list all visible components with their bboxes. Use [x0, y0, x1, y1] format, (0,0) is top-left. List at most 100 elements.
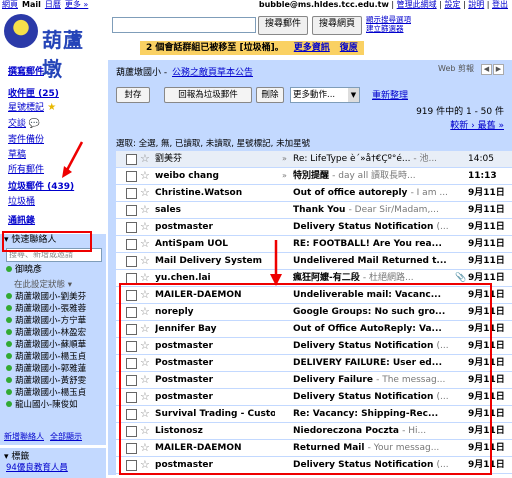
table-row[interactable]: ☆ weibo chang » 特別提醒 - day all 讀取長時... 11:13: [116, 168, 512, 185]
online-status-icon: [6, 365, 12, 371]
refresh-link[interactable]: 重新整理: [372, 88, 408, 101]
table-row[interactable]: ☆ 劉美芬 » Re: LifeType è´»å†€Çº°é... - 池... 14…: [116, 151, 512, 168]
contact-name: 葫蘆墩國小-蘇順華: [15, 340, 87, 350]
help-link[interactable]: 說明: [468, 0, 484, 9]
sidebar-item-inbox[interactable]: 收件匣 (25): [8, 86, 59, 99]
table-row[interactable]: ☆ Mail Delivery System Undelivered Mail Re…: [116, 253, 512, 270]
sidebar-item-all-mail[interactable]: 所有郵件: [8, 162, 44, 175]
signout-link[interactable]: 登出: [492, 0, 508, 9]
row-checkbox[interactable]: [126, 205, 137, 216]
contact-item[interactable]: 葫蘆墩國小-林盈宏: [6, 327, 86, 339]
email-snippet: (...: [436, 222, 449, 232]
contact-item[interactable]: 葫蘆墩國小-郭雅蓮: [6, 363, 86, 375]
report-spam-button[interactable]: 回報為垃圾郵件: [164, 87, 252, 103]
status-select-label: 在此設定狀態: [14, 280, 66, 290]
red-arrow-icon: [62, 141, 84, 178]
star-icon[interactable]: ☆: [140, 169, 150, 183]
row-checkbox[interactable]: [126, 171, 137, 182]
contacts-link[interactable]: 通訊錄: [8, 213, 35, 226]
nav-link-more[interactable]: 更多 »: [65, 0, 88, 9]
top-nav: 網頁 Mail 日曆 更多 » bubble@ms.hldes.tcc.edu.tw …: [0, 0, 512, 10]
important-arrow-icon: »: [282, 171, 287, 180]
online-status-icon: [6, 305, 12, 311]
star-icon[interactable]: ☆: [140, 220, 150, 234]
online-status-icon: [6, 377, 12, 383]
contact-item[interactable]: 葫蘆墩國小-劉美芬: [6, 291, 86, 303]
show-search-options-link[interactable]: 顯示搜尋選項: [366, 15, 411, 24]
star-icon[interactable]: ☆: [140, 186, 150, 200]
search-web-button[interactable]: 搜尋網頁: [312, 16, 362, 35]
sender-name: postmaster: [155, 222, 213, 232]
row-checkbox[interactable]: [126, 239, 137, 250]
status-select[interactable]: 在此設定狀態 ▾: [14, 278, 100, 290]
header-prefix: 葫蘆墩國小: [116, 68, 162, 78]
star-icon[interactable]: ☆: [140, 237, 150, 251]
contact-name: 葫蘆墩國小-黃舒雯: [15, 376, 87, 386]
contact-item[interactable]: 葫蘆墩國小-蘇順華: [6, 339, 86, 351]
sidebar-item-spam[interactable]: 垃圾郵件 (439): [8, 179, 74, 192]
contact-item[interactable]: 葫蘆墩國小-張雅蓉: [6, 303, 86, 315]
search-input[interactable]: [112, 17, 256, 33]
next-clip-icon[interactable]: ▶: [493, 64, 504, 75]
row-checkbox[interactable]: [126, 222, 137, 233]
nav-link-calendar[interactable]: 日曆: [45, 0, 61, 9]
settings-link[interactable]: 設定: [444, 0, 460, 9]
sidebar-item-sent[interactable]: 寄件備份: [8, 132, 44, 145]
notice-more-link[interactable]: 更多資訊: [294, 43, 330, 53]
table-row[interactable]: ☆ Christine.Watson Out of office autoreply…: [116, 185, 512, 202]
archive-button[interactable]: 封存: [116, 87, 150, 103]
notice-text: 2 個會話群組已被移至 [垃圾桶]。: [146, 43, 284, 53]
manage-domain-link[interactable]: 管理此網域: [397, 0, 437, 9]
star-icon[interactable]: ☆: [140, 254, 150, 268]
contact-item[interactable]: 葫蘆墩國小-楊玉貞: [6, 387, 86, 399]
table-row[interactable]: ☆ AntiSpam UOL RE: FOOTBALL! Are You rea..…: [116, 236, 512, 253]
contact-name: 葫蘆墩國小-張雅蓉: [15, 304, 87, 314]
prev-clip-icon[interactable]: ◀: [481, 64, 492, 75]
chevron-down-icon: ▼: [348, 88, 359, 102]
pagination[interactable]: 較新 › 最舊 »: [450, 118, 504, 131]
notice-bar: 2 個會話群組已被移至 [垃圾桶]。 更多資訊 復原: [140, 41, 364, 55]
sidebar-item-trash[interactable]: 垃圾桶: [8, 194, 35, 207]
sender-name: Christine.Watson: [155, 188, 243, 198]
online-status-icon: [6, 266, 12, 272]
table-row[interactable]: ☆ postmaster Delivery Status Notification …: [116, 219, 512, 236]
important-arrow-icon: »: [282, 154, 287, 163]
folder-header: 葫蘆墩國小 - 公務之敵頁草本公告: [116, 68, 254, 78]
show-all-contacts-link[interactable]: 全部顯示: [50, 432, 82, 441]
delete-button[interactable]: 刪除: [256, 87, 284, 103]
label-item[interactable]: 94優良教育人員: [6, 461, 68, 473]
contact-item[interactable]: 葫蘆墩國小-方宁華: [6, 315, 86, 327]
school-logo[interactable]: 葫蘆墩: [2, 10, 102, 81]
contact-name: 葫蘆墩國小-楊玉貞: [15, 352, 87, 362]
email-subject: Thank You - Dear Sir/Madam,...: [293, 202, 461, 218]
contact-item[interactable]: 葫蘆墩國小-楊玉貞: [6, 351, 86, 363]
contact-item[interactable]: 葫蘆墩國小-黃舒雯: [6, 375, 86, 387]
nav-link-web[interactable]: 網頁: [2, 0, 18, 9]
sidebar-item-drafts[interactable]: 草稿: [8, 147, 26, 160]
star-icon[interactable]: ☆: [140, 152, 150, 166]
contact-name: 葫蘆墩國小-楊玉貞: [15, 388, 87, 398]
more-actions-select[interactable]: 更多動作... ▼: [290, 87, 360, 103]
table-row[interactable]: ☆ sales Thank You - Dear Sir/Madam,... 9月11…: [116, 202, 512, 219]
chat-icon: 💬: [26, 119, 41, 129]
compose-link[interactable]: 撰寫郵件: [8, 64, 44, 77]
online-status-icon: [6, 293, 12, 299]
spam-messages-highlight: [119, 283, 492, 475]
header-link[interactable]: 公務之敵頁草本公告: [172, 68, 253, 78]
sidebar-item-chats[interactable]: 交談 💬: [8, 116, 40, 129]
add-contact-link[interactable]: 新增聯絡人: [4, 432, 44, 441]
contact-item[interactable]: 龍山國小-陳俊如: [6, 399, 78, 411]
sidebar-item-starred[interactable]: 星號標記 ★: [8, 100, 56, 113]
quick-contacts-panel: ▾ 快速聯絡人 搜尋、新增或邀請 御曉彥 在此設定狀態 ▾ 葫蘆墩國小-劉美芬 …: [0, 234, 106, 445]
search-mail-button[interactable]: 搜尋郵件: [258, 16, 308, 35]
contact-name: 葫蘆墩國小-方宁華: [15, 316, 87, 326]
row-checkbox[interactable]: [126, 154, 137, 165]
star-icon[interactable]: ☆: [140, 203, 150, 217]
create-filter-link[interactable]: 建立篩選器: [366, 24, 411, 33]
row-checkbox[interactable]: [126, 188, 137, 199]
email-snippet: - 池...: [413, 154, 438, 164]
row-checkbox[interactable]: [126, 256, 137, 267]
product-links: 網頁 Mail 日曆 更多 »: [2, 0, 92, 10]
notice-undo-link[interactable]: 復原: [340, 43, 358, 53]
select-links[interactable]: 選取: 全選, 無, 已讀取, 未讀取, 星號標記, 未加星號: [116, 137, 310, 149]
